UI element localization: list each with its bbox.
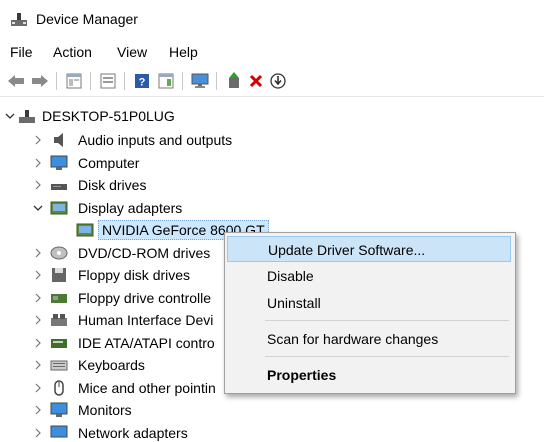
chevron-right-icon[interactable]: [33, 152, 43, 174]
display-adapter-icon: [50, 201, 68, 215]
menu-separator: [265, 356, 509, 357]
chevron-right-icon[interactable]: [33, 354, 43, 376]
uninstall-menu-item[interactable]: Uninstall: [227, 290, 511, 316]
device-manager-icon: [11, 13, 27, 26]
tree-item-label: Floppy drive controlle: [78, 290, 212, 306]
scan-hardware-menu-item[interactable]: Scan for hardware changes: [227, 326, 511, 352]
tree-item-label: Mice and other pointin: [78, 380, 216, 396]
menu-separator: [265, 320, 509, 321]
toolbar-separator: [182, 72, 183, 90]
floppy-controller-icon: [51, 294, 67, 303]
dvd-icon: [50, 246, 68, 260]
help-icon[interactable]: ?: [132, 71, 152, 91]
back-arrow-icon[interactable]: [6, 71, 26, 91]
update-driver-menu-item[interactable]: Update Driver Software...: [227, 236, 511, 262]
properties-view-icon[interactable]: [64, 71, 84, 91]
tree-item-display-adapters[interactable]: Display adapters: [0, 197, 544, 219]
ide-icon: [51, 339, 67, 348]
tree-item-computer[interactable]: Computer: [0, 152, 544, 174]
tree-item-monitors[interactable]: Monitors: [0, 399, 220, 421]
title-bar: Device Manager: [0, 0, 544, 38]
menu-item-label: Scan for hardware changes: [267, 331, 439, 347]
chevron-right-icon[interactable]: [33, 377, 43, 399]
keyboard-icon: [50, 360, 68, 371]
chevron-right-icon[interactable]: [33, 174, 43, 196]
tree-item-hid[interactable]: Human Interface Devi: [0, 309, 220, 331]
disk-drive-icon: [51, 184, 67, 190]
menu-action[interactable]: Action: [53, 44, 92, 60]
chevron-right-icon[interactable]: [33, 242, 43, 264]
tree-root[interactable]: DESKTOP-51P0LUG: [0, 105, 544, 127]
update-driver-icon[interactable]: [224, 71, 244, 91]
tree-item-audio[interactable]: Audio inputs and outputs: [0, 129, 544, 151]
toolbar-separator: [216, 72, 217, 90]
tree-item-disk-drives[interactable]: Disk drives: [0, 174, 544, 196]
display-adapter-icon: [76, 223, 94, 237]
tree-item-mice[interactable]: Mice and other pointin: [0, 377, 220, 399]
chevron-right-icon[interactable]: [33, 129, 43, 151]
chevron-right-icon[interactable]: [33, 399, 43, 421]
menu-item-label: Properties: [267, 367, 337, 383]
tree-item-label: IDE ATA/ATAPI contro: [78, 335, 215, 351]
computer-root-icon: [19, 110, 35, 123]
tree-item-label: Audio inputs and outputs: [78, 132, 233, 148]
toolbar: ?: [0, 66, 544, 97]
tree-item-label: Display adapters: [78, 200, 183, 216]
disable-menu-item[interactable]: Disable: [227, 263, 511, 289]
list-view-icon[interactable]: [98, 71, 118, 91]
tree-item-floppy-drives[interactable]: Floppy disk drives: [0, 264, 220, 286]
tree-item-network[interactable]: Network adapters: [0, 422, 220, 442]
tree-item-label: DVD/CD-ROM drives: [78, 245, 211, 261]
details-icon[interactable]: [156, 71, 176, 91]
context-menu: Update Driver Software... Disable Uninst…: [224, 232, 516, 394]
menu-view[interactable]: View: [117, 44, 147, 60]
menu-item-label: Uninstall: [267, 295, 321, 311]
monitor-icon: [50, 402, 68, 417]
menu-item-label: Update Driver Software...: [268, 242, 426, 258]
properties-menu-item[interactable]: Properties: [227, 362, 511, 388]
tree-item-label: Human Interface Devi: [78, 312, 214, 328]
monitor-scan-icon[interactable]: [190, 71, 210, 91]
toolbar-separator: [124, 72, 125, 90]
speaker-icon: [54, 133, 63, 147]
mouse-icon: [54, 380, 64, 396]
network-icon: [50, 425, 68, 438]
tree-item-ide[interactable]: IDE ATA/ATAPI contro: [0, 332, 220, 354]
tree-item-label: Disk drives: [78, 177, 147, 193]
tree-item-floppy-controllers[interactable]: Floppy drive controlle: [0, 287, 220, 309]
tree-item-label: Keyboards: [78, 357, 145, 373]
download-circle-icon[interactable]: [268, 71, 288, 91]
hid-icon: [51, 314, 67, 326]
forward-arrow-icon[interactable]: [30, 71, 50, 91]
computer-icon: [50, 155, 68, 170]
uninstall-x-icon[interactable]: [246, 71, 266, 91]
chevron-down-icon[interactable]: [5, 105, 15, 127]
chevron-right-icon[interactable]: [33, 332, 43, 354]
tree-item-label: Computer: [78, 155, 140, 171]
toolbar-separator: [56, 72, 57, 90]
window-title: Device Manager: [36, 11, 138, 27]
tree-item-keyboards[interactable]: Keyboards: [0, 354, 220, 376]
menu-bar: File Action View Help: [0, 40, 544, 64]
tree-item-label: Monitors: [78, 402, 132, 418]
chevron-right-icon[interactable]: [33, 264, 43, 286]
menu-file[interactable]: File: [10, 44, 33, 60]
tree-item-label: Floppy disk drives: [78, 267, 191, 283]
chevron-right-icon[interactable]: [33, 287, 43, 309]
svg-text:?: ?: [139, 77, 146, 89]
chevron-right-icon[interactable]: [33, 422, 43, 442]
chevron-down-icon[interactable]: [33, 197, 43, 219]
menu-item-label: Disable: [267, 268, 314, 284]
tree-item-label: Network adapters: [78, 425, 188, 441]
menu-help[interactable]: Help: [169, 44, 198, 60]
chevron-right-icon[interactable]: [33, 309, 43, 331]
tree-item-dvd[interactable]: DVD/CD-ROM drives: [0, 242, 220, 264]
toolbar-separator: [90, 72, 91, 90]
tree-root-label: DESKTOP-51P0LUG: [42, 108, 175, 124]
floppy-icon: [52, 268, 66, 282]
